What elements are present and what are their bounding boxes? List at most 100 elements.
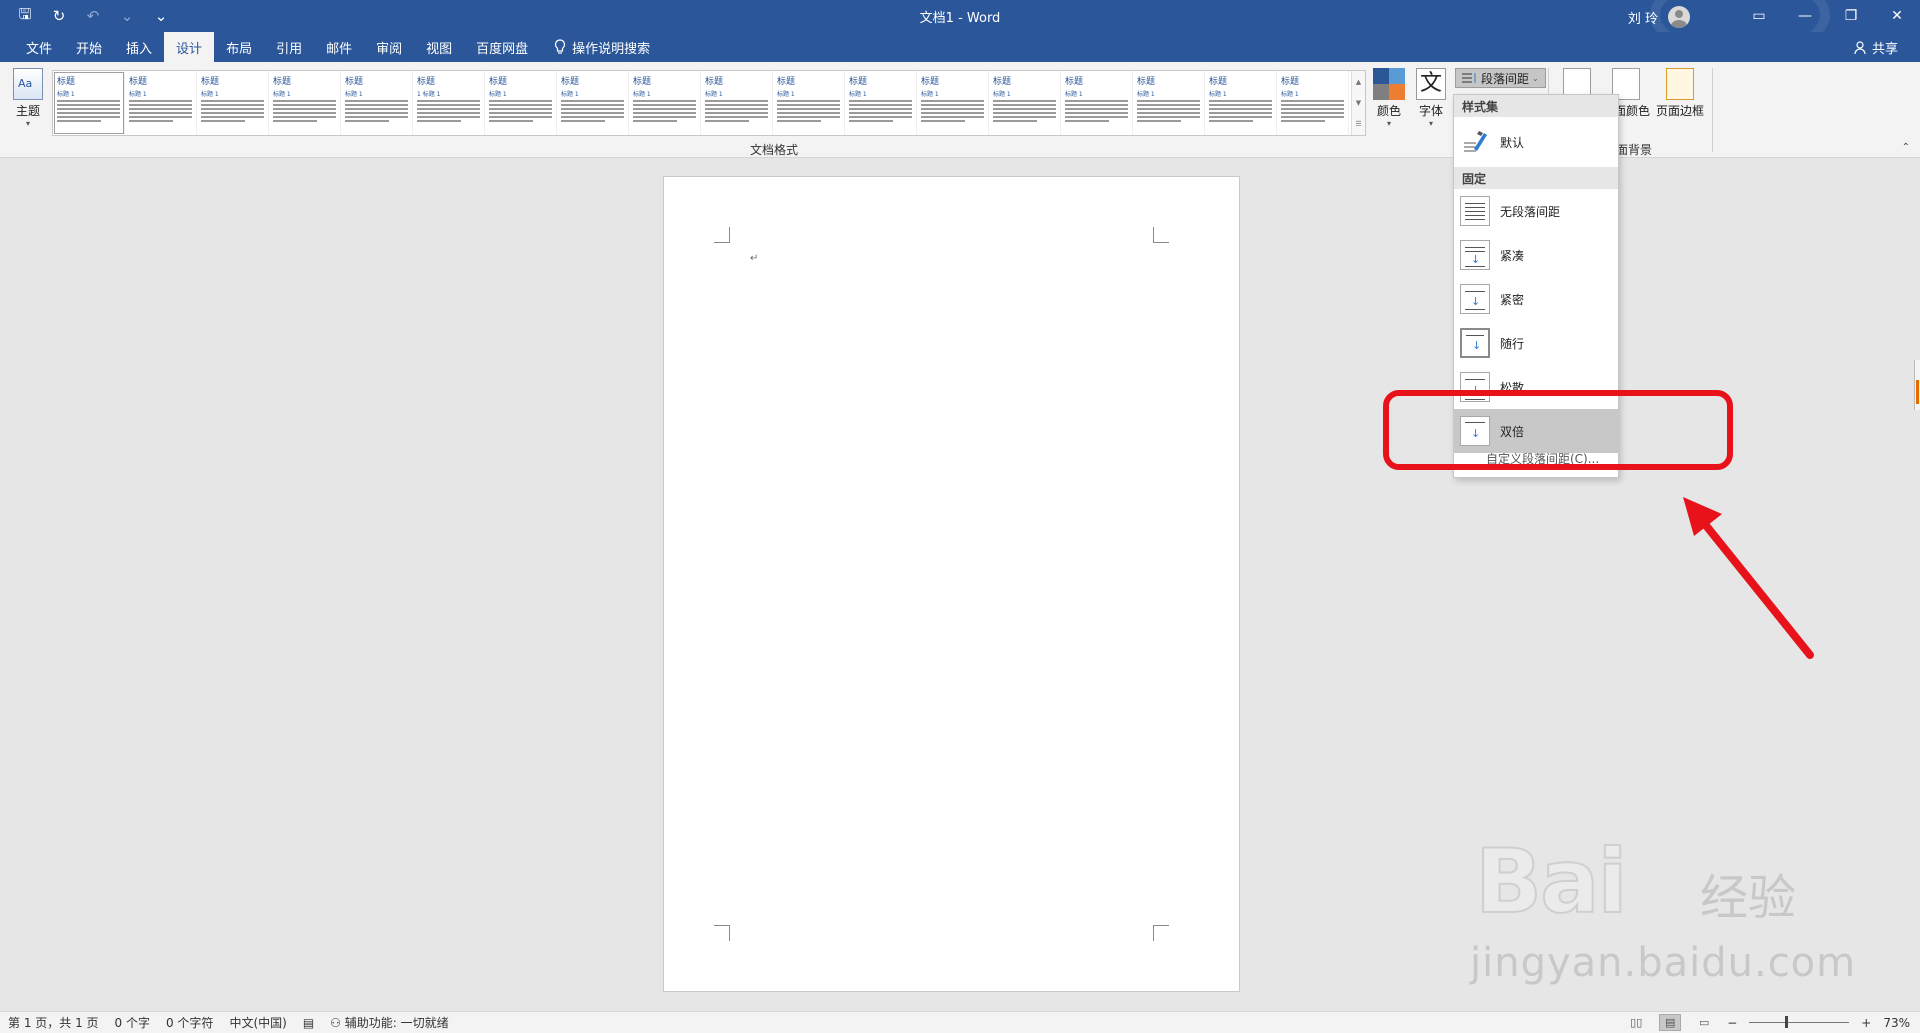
style-set-thumbnail[interactable]: 标题 标题 1 xyxy=(1133,71,1205,135)
thumbnail-text-line xyxy=(1137,120,1182,122)
accessibility-status[interactable]: ⚇ 辅助功能: 一切就绪 xyxy=(330,1014,448,1031)
zoom-out-button[interactable]: − xyxy=(1727,1016,1737,1030)
tab-references[interactable]: 引用 xyxy=(264,32,314,62)
thumbnail-text-line xyxy=(417,116,480,118)
tab-review[interactable]: 审阅 xyxy=(364,32,414,62)
thumbnail-title: 标题 xyxy=(633,77,652,87)
brush-icon xyxy=(1460,127,1490,157)
avatar[interactable] xyxy=(1668,6,1690,28)
style-set-thumbnail[interactable]: 标题 标题 1 xyxy=(1277,71,1349,135)
chevron-down-icon: ▾ xyxy=(1428,119,1433,128)
watermark-url: jingyan.baidu.com xyxy=(1470,940,1857,986)
style-set-thumbnail[interactable]: 标题 标题 1 xyxy=(701,71,773,135)
language-indicator[interactable]: 中文(中国) xyxy=(229,1014,286,1031)
style-set-thumbnail[interactable]: 标题 标题 1 xyxy=(917,71,989,135)
ribbon-design: 主题 ▾ 标题标题 1标题标题 1标题标题 1标题标题 1标题标题 1标题1 标… xyxy=(0,62,1920,158)
restore-icon[interactable]: ❐ xyxy=(1828,0,1874,32)
web-layout-icon[interactable]: ▭ xyxy=(1693,1014,1715,1031)
gallery-more-icon[interactable]: ☰ xyxy=(1355,120,1361,128)
paragraph-spacing-button[interactable]: 段落间距 ⌄ xyxy=(1455,68,1546,88)
vertical-scrollbar[interactable] xyxy=(1914,360,1920,410)
thumbnail-text-line xyxy=(705,116,768,118)
lightbulb-icon xyxy=(555,39,566,54)
minimize-icon[interactable]: — xyxy=(1782,0,1828,32)
char-count[interactable]: 0 个字符 xyxy=(166,1014,213,1031)
thumbnail-text-line xyxy=(777,108,840,110)
style-set-thumbnail[interactable]: 标题 标题 1 xyxy=(773,71,845,135)
thumbnail-text-line xyxy=(489,108,552,110)
tab-mailings[interactable]: 邮件 xyxy=(314,32,364,62)
thumbnail-title: 标题 xyxy=(129,77,148,87)
style-set-thumbnail[interactable]: 标题标题 1 xyxy=(125,71,197,135)
style-set-thumbnail[interactable]: 标题 标题 1 xyxy=(1205,71,1277,135)
document-page[interactable]: ↵ xyxy=(663,176,1240,992)
thumbnail-title: 标题 xyxy=(201,77,220,87)
thumbnail-text-line xyxy=(921,100,984,102)
style-set-thumbnail[interactable]: 标题 标题 1 xyxy=(269,71,341,135)
thumbnail-text-line xyxy=(57,108,120,110)
thumbnail-text-line xyxy=(993,112,1056,114)
page-borders-button[interactable]: 页面边框 xyxy=(1654,68,1706,119)
close-icon[interactable]: ✕ xyxy=(1874,0,1920,32)
crop-mark xyxy=(1153,925,1169,941)
thumbnail-subtitle: 标题 1 xyxy=(705,91,723,98)
theme-colors-button[interactable]: 颜色 ▾ xyxy=(1370,68,1408,128)
thumbnail-text-line xyxy=(201,116,264,118)
ribbon-display-options-icon[interactable]: ▭ xyxy=(1736,0,1782,32)
style-set-thumbnail[interactable]: 标题 标题 1 xyxy=(485,71,557,135)
thumbnail-text-line xyxy=(489,100,552,102)
thumbnail-text-line xyxy=(1209,104,1272,106)
gallery-scroll[interactable]: ▲ ▼ ☰ xyxy=(1351,71,1365,135)
read-mode-icon[interactable]: ▯▯ xyxy=(1625,1014,1647,1031)
tell-me-search[interactable]: 操作说明搜索 xyxy=(540,32,650,62)
style-set-thumbnail[interactable]: 标题 标题 1 xyxy=(557,71,629,135)
menu-item-open[interactable]: ↓ 随行 xyxy=(1454,321,1618,365)
thumbnail-subtitle: 标题 1 xyxy=(1209,91,1227,98)
style-set-thumbnail[interactable]: 标题 1 标题 1 xyxy=(413,71,485,135)
page-count[interactable]: 第 1 页，共 1 页 xyxy=(8,1014,99,1031)
style-set-thumbnail[interactable]: 标题 标题 1 xyxy=(53,71,125,135)
zoom-level[interactable]: 73% xyxy=(1883,1016,1910,1030)
thumbnail-subtitle: 标题 1 xyxy=(273,91,291,98)
thumbnail-text-line xyxy=(273,104,336,106)
tab-home[interactable]: 开始 xyxy=(64,32,114,62)
chevron-up-icon[interactable]: ▲ xyxy=(1356,78,1361,86)
zoom-slider[interactable] xyxy=(1749,1016,1850,1028)
tab-baidu-netdisk[interactable]: 百度网盘 xyxy=(464,32,540,62)
thumbnail-text-line xyxy=(777,100,840,102)
style-set-thumbnail[interactable]: 标题 标题 1 xyxy=(989,71,1061,135)
thumbnail-text-line xyxy=(1065,100,1128,102)
thumbnail-text-line xyxy=(1281,116,1344,118)
print-layout-icon[interactable]: ▤ xyxy=(1659,1014,1682,1031)
thumbnail-text-line xyxy=(345,108,408,110)
style-set-thumbnail[interactable]: 标题 标题 1 xyxy=(341,71,413,135)
theme-fonts-button[interactable]: 文 字体 ▾ xyxy=(1414,68,1448,128)
menu-item-default[interactable]: 默认 xyxy=(1454,117,1618,167)
menu-item-compact[interactable]: ↓ 紧凑 xyxy=(1454,233,1618,277)
menu-item-no-paragraph-space[interactable]: 无段落间距 xyxy=(1454,189,1618,233)
tab-layout[interactable]: 布局 xyxy=(214,32,264,62)
menu-item-tight[interactable]: ↓ 紧密 xyxy=(1454,277,1618,321)
collapse-ribbon-icon[interactable]: ⌃ xyxy=(1902,142,1910,153)
style-set-thumbnail[interactable]: 标题 标题 1 xyxy=(1061,71,1133,135)
tab-design[interactable]: 设计 xyxy=(164,32,215,62)
style-set-thumbnail[interactable]: 标题 标题 1 xyxy=(845,71,917,135)
thumbnail-text-line xyxy=(705,104,768,106)
tab-insert[interactable]: 插入 xyxy=(114,32,164,62)
style-set-thumbnail[interactable]: 标题 标题 1 xyxy=(197,71,269,135)
macro-icon[interactable]: ▤ xyxy=(303,1016,314,1030)
thumbnail-text-line xyxy=(849,112,912,114)
zoom-in-button[interactable]: + xyxy=(1861,1016,1871,1030)
word-count[interactable]: 0 个字 xyxy=(115,1014,150,1031)
share-button[interactable]: 共享 xyxy=(1854,38,1898,57)
tab-file[interactable]: 文件 xyxy=(14,32,64,62)
colors-label: 颜色 xyxy=(1376,104,1401,118)
tab-view[interactable]: 视图 xyxy=(414,32,464,62)
thumbnail-subtitle: 标题 1 xyxy=(561,91,579,98)
thumbnail-text-line xyxy=(273,100,336,102)
user-account[interactable]: 刘 玲 xyxy=(1628,6,1690,28)
thumbnail-subtitle: 标题 1 xyxy=(129,91,147,98)
chevron-down-icon[interactable]: ▼ xyxy=(1356,99,1361,107)
themes-button[interactable]: 主题 ▾ xyxy=(10,68,46,128)
style-set-thumbnail[interactable]: 标题 标题 1 xyxy=(629,71,701,135)
